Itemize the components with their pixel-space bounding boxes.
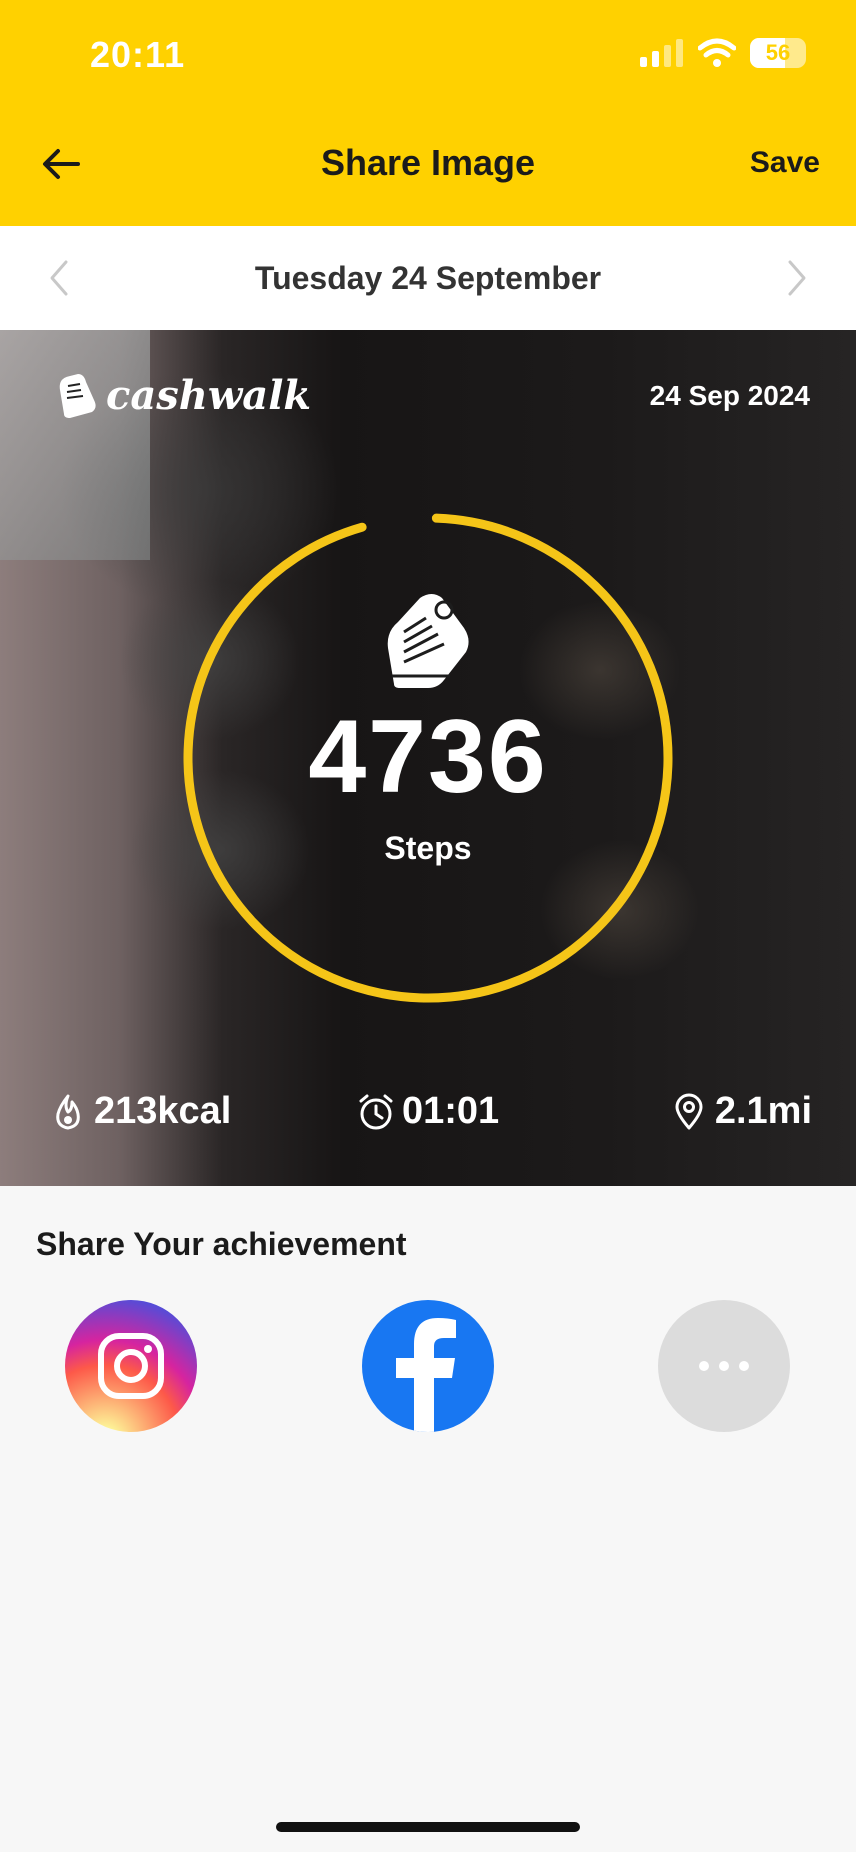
alarm-clock-icon (359, 1094, 393, 1129)
distance-value: 2.1mi (714, 1090, 812, 1132)
app-header: 20:11 56 Share Image Save (0, 0, 856, 226)
duration-stat: 01:01 (356, 1090, 499, 1133)
distance-stat: 2.1mi (669, 1090, 812, 1133)
shoe-logo-icon (59, 374, 96, 418)
battery-level: 56 (765, 40, 791, 65)
page-title: Share Image (320, 142, 536, 183)
home-indicator (276, 1822, 580, 1832)
facebook-share-button[interactable] (362, 1300, 494, 1432)
brand-name: cashwalk (106, 371, 312, 419)
more-share-button[interactable] (658, 1300, 790, 1432)
share-heading: Share Your achievement (36, 1226, 407, 1262)
facebook-icon (396, 1318, 456, 1432)
background-photo (0, 330, 150, 560)
steps-label: Steps (384, 830, 472, 866)
steps-count: 4736 (308, 699, 548, 815)
location-pin-icon (675, 1093, 703, 1129)
duration-value: 01:01 (402, 1090, 500, 1132)
card-date: 24 Sep 2024 (649, 380, 810, 411)
calories-value: 213kcal (94, 1090, 232, 1132)
status-icons: 56 (640, 38, 806, 68)
cashwalk-logo: cashwalk (54, 370, 311, 420)
calories-stat: 213kcal (48, 1090, 231, 1133)
status-time: 20:11 (90, 34, 186, 75)
date-selector: Tuesday 24 September (0, 226, 856, 330)
battery-icon: 56 (750, 38, 806, 68)
chevron-right-icon[interactable] (776, 256, 816, 300)
share-image-card: cashwalk 24 Sep 2024 4736 Steps 213kcal … (0, 330, 856, 1186)
flame-icon (56, 1094, 80, 1129)
instagram-share-button[interactable] (65, 1300, 197, 1432)
sneaker-icon (387, 594, 469, 688)
instagram-icon (98, 1333, 164, 1399)
save-button[interactable]: Save (750, 146, 820, 180)
signal-icon (640, 39, 683, 67)
wifi-icon (698, 38, 736, 67)
more-icon (699, 1361, 749, 1371)
selected-date: Tuesday 24 September (254, 260, 602, 296)
nav-bar: Share Image Save (0, 130, 856, 200)
